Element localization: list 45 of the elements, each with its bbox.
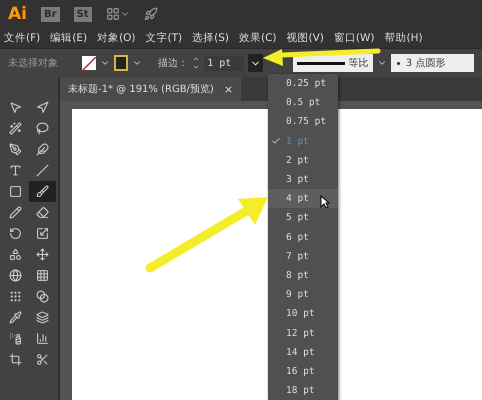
stroke-weight-field[interactable]: 1 pt bbox=[204, 56, 244, 70]
menu-item[interactable]: 效果(C) bbox=[239, 31, 277, 45]
brush-select[interactable]: 3 点圆形 bbox=[390, 54, 474, 72]
rocket-icon[interactable] bbox=[144, 7, 158, 21]
menu-item[interactable]: 文字(T) bbox=[146, 31, 182, 45]
weight-option[interactable]: 7 pt bbox=[268, 246, 338, 266]
menu-item[interactable]: 窗口(W) bbox=[334, 31, 374, 45]
weight-option[interactable]: 0.5 pt bbox=[268, 93, 338, 112]
workspace-layout-icon[interactable] bbox=[106, 7, 130, 21]
bridge-button[interactable]: Br bbox=[40, 6, 60, 22]
menu-item[interactable]: 帮助(H) bbox=[384, 31, 423, 45]
weight-option[interactable]: 9 pt bbox=[268, 285, 338, 304]
weight-option[interactable]: 8 pt bbox=[268, 266, 338, 286]
menu-item[interactable]: 视图(V) bbox=[286, 31, 324, 45]
weight-option[interactable]: 12 pt bbox=[268, 323, 338, 343]
mouse-cursor-icon bbox=[320, 195, 330, 210]
document-tab[interactable]: 未标题-1* @ 191% (RGB/预览) × bbox=[60, 77, 242, 101]
weight-option[interactable]: 14 pt bbox=[268, 342, 338, 362]
menu-item[interactable]: 编辑(E) bbox=[50, 31, 88, 45]
weight-option[interactable]: 5 pt bbox=[268, 208, 338, 228]
paintbrush-icon[interactable] bbox=[29, 181, 56, 202]
fill-none-swatch[interactable] bbox=[82, 56, 96, 70]
stroke-label: 描边： bbox=[158, 56, 188, 70]
app-logo: Ai bbox=[8, 4, 27, 24]
stock-button[interactable]: St bbox=[74, 6, 92, 22]
weight-option[interactable]: 2 pt bbox=[268, 150, 338, 170]
weight-option[interactable]: 6 pt bbox=[268, 228, 338, 247]
weight-option[interactable]: 10 pt bbox=[268, 304, 338, 324]
weight-option[interactable]: 3 pt bbox=[268, 170, 338, 190]
stroke-profile-select[interactable]: 等比 bbox=[293, 54, 373, 72]
weight-option[interactable]: 18 pt bbox=[268, 381, 338, 400]
weight-option[interactable]: 0.75 pt bbox=[268, 112, 338, 132]
weight-option[interactable]: 4 pt bbox=[268, 189, 338, 208]
weight-option[interactable]: 0.25 pt bbox=[268, 74, 338, 94]
selection-status: 未选择对象 bbox=[8, 56, 58, 70]
menu-item[interactable]: 对象(O) bbox=[97, 31, 136, 45]
menu-item[interactable]: 选择(S) bbox=[192, 31, 229, 45]
stepper-icon[interactable] bbox=[192, 55, 200, 71]
check-icon bbox=[271, 136, 281, 146]
weight-dropdown-button[interactable] bbox=[248, 54, 264, 72]
menu-item[interactable]: 文件(F) bbox=[4, 31, 40, 45]
stroke-swatch[interactable] bbox=[114, 55, 128, 71]
dot-icon bbox=[396, 62, 400, 64]
weight-option[interactable]: 16 pt bbox=[268, 362, 338, 381]
close-icon[interactable]: × bbox=[224, 82, 234, 96]
